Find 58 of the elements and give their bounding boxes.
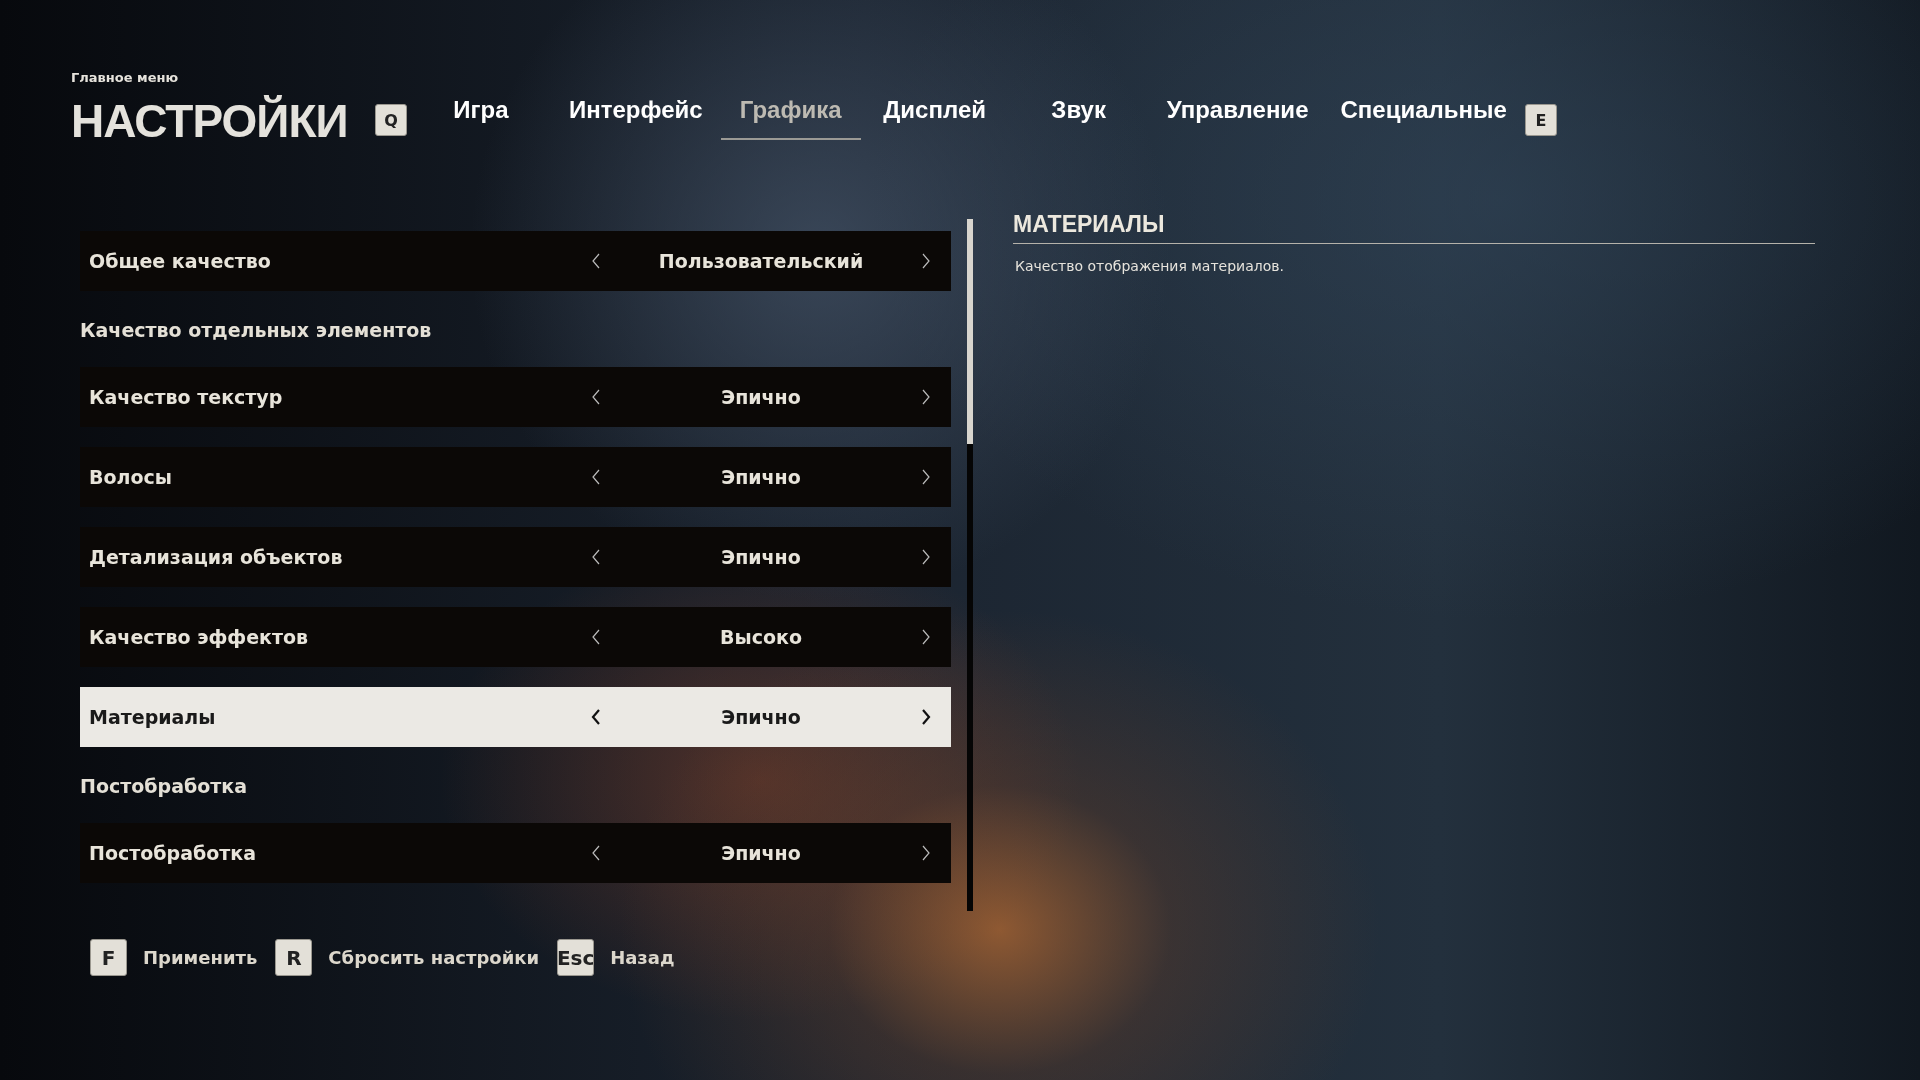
setting-label: Общее качество (89, 250, 271, 272)
setting-label: Качество эффектов (89, 626, 309, 648)
setting-row[interactable]: Детализация объектов Эпично (80, 527, 951, 587)
chevron-left-icon[interactable] (591, 629, 601, 645)
scrollbar[interactable] (967, 219, 973, 911)
chevron-left-icon[interactable] (591, 469, 601, 485)
setting-row[interactable]: Качество текстур Эпично (80, 367, 951, 427)
setting-row[interactable]: Материалы Эпично (80, 687, 951, 747)
tab[interactable]: Дисплей (864, 92, 1005, 140)
setting-row[interactable]: Постобработка Эпично (80, 823, 951, 883)
setting-value: Пользовательский (657, 250, 865, 272)
key-hint[interactable]: Q (375, 104, 407, 136)
setting-label: Постобработка (89, 842, 257, 864)
tab[interactable]: Управление (1152, 92, 1323, 140)
tab[interactable]: Графика (720, 92, 861, 140)
setting-value: Эпично (720, 466, 802, 488)
section-heading: Качество отдельных элементов (80, 319, 433, 341)
footer-action[interactable]: Назад (594, 947, 693, 968)
tab[interactable]: Звук (1008, 92, 1149, 140)
setting-row[interactable]: Волосы Эпично (80, 447, 951, 507)
chevron-right-icon[interactable] (921, 549, 931, 565)
setting-label: Детализация объектов (89, 546, 343, 568)
description-title: МАТЕРИАЛЫ (1013, 211, 1815, 244)
footer-action[interactable]: Сбросить настройки (312, 947, 558, 968)
chevron-left-icon[interactable] (591, 253, 601, 269)
tab[interactable]: Специальные (1326, 92, 1521, 140)
setting-row[interactable]: Общее качество Пользовательский (80, 231, 951, 291)
chevron-right-icon[interactable] (921, 845, 931, 861)
key-hint[interactable]: Esc (557, 939, 595, 976)
tab[interactable]: Интерфейс (555, 92, 717, 140)
scrollbar-thumb[interactable] (967, 219, 973, 444)
tab[interactable]: Игра (411, 92, 551, 140)
breadcrumb: Главное меню (71, 70, 180, 85)
section-heading: Постобработка (80, 775, 249, 797)
chevron-right-icon[interactable] (921, 253, 931, 269)
chevron-left-icon[interactable] (591, 389, 601, 405)
setting-value: Высоко (719, 626, 803, 648)
page-title: НАСТРОЙКИ (71, 94, 349, 149)
key-hint[interactable]: E (1524, 104, 1557, 136)
setting-label: Материалы (89, 706, 216, 728)
setting-label: Качество текстур (89, 386, 283, 408)
description-text: Качество отображения материалов. (1015, 258, 1285, 274)
chevron-left-icon[interactable] (591, 709, 601, 725)
chevron-right-icon[interactable] (921, 469, 931, 485)
setting-value: Эпично (720, 842, 802, 864)
key-hint[interactable]: F (90, 939, 127, 976)
chevron-right-icon[interactable] (921, 709, 931, 725)
footer-action[interactable]: Применить (127, 947, 276, 968)
chevron-left-icon[interactable] (591, 845, 601, 861)
setting-value: Эпично (720, 706, 802, 728)
setting-row[interactable]: Качество эффектов Высоко (80, 607, 951, 667)
key-hint[interactable]: R (275, 939, 313, 976)
setting-value: Эпично (720, 386, 802, 408)
setting-value: Эпично (720, 546, 802, 568)
chevron-left-icon[interactable] (591, 549, 601, 565)
setting-label: Волосы (89, 466, 172, 488)
chevron-right-icon[interactable] (921, 389, 931, 405)
chevron-right-icon[interactable] (921, 629, 931, 645)
